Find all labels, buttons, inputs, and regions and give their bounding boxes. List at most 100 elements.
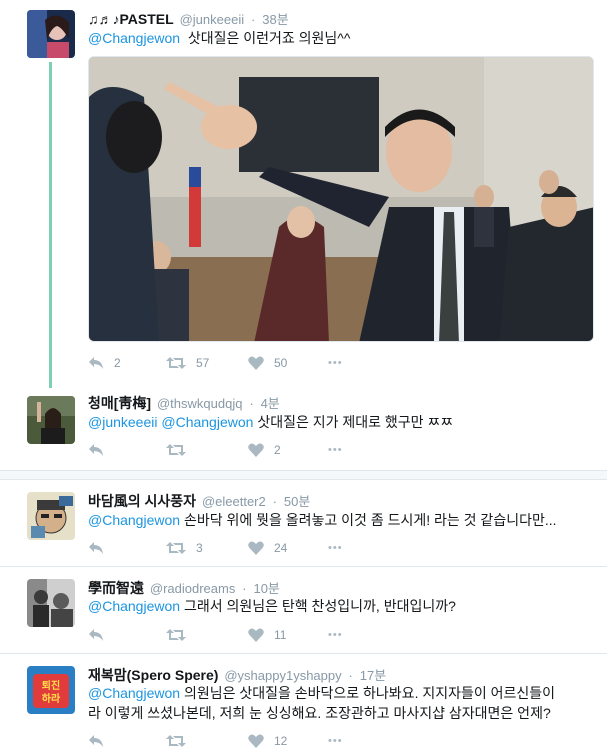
retweet-button[interactable]: 3	[166, 538, 203, 558]
conversation-separator	[0, 470, 607, 480]
reply-button[interactable]	[88, 538, 104, 558]
mention-link[interactable]: @junkeeeii	[88, 414, 157, 430]
mention-link[interactable]: @Changjewon	[161, 414, 253, 430]
reply-button[interactable]	[88, 731, 104, 751]
more-button[interactable]: •••	[328, 625, 343, 645]
retweet-icon	[166, 735, 186, 747]
tweet-actions: 12 •••	[88, 731, 388, 751]
mention-link[interactable]: @Changjewon	[88, 685, 180, 701]
retweet-button[interactable]: 57	[166, 353, 209, 373]
like-count: 11	[274, 628, 287, 642]
timestamp[interactable]: 38분	[262, 12, 288, 27]
tweet-actions: 3 24 •••	[88, 538, 388, 558]
avatar-image	[27, 492, 75, 540]
mention-link[interactable]: @Changjewon	[88, 598, 180, 614]
mention-link[interactable]: @Changjewon	[88, 512, 180, 528]
reply-icon	[89, 735, 103, 747]
reply-button[interactable]: 2	[88, 353, 121, 373]
more-button[interactable]: •••	[328, 353, 343, 373]
time-separator: ·	[272, 494, 277, 509]
mention-link[interactable]: @Changjewon	[88, 30, 180, 46]
tweet-body: 삿대질은 지가 제대로 했구만 ㅉㅉ	[257, 414, 454, 430]
avatar-image	[27, 396, 75, 444]
reply-count: 2	[114, 356, 121, 370]
avatar-image: 퇴진 하라	[27, 666, 75, 714]
like-count: 50	[274, 356, 288, 370]
reply-icon	[89, 444, 103, 456]
retweet-button[interactable]	[166, 440, 186, 460]
tweet-body: 삿대질은 이런거죠 의원님^^	[187, 30, 351, 46]
author-name[interactable]: 청매[靑梅]	[88, 395, 151, 411]
retweet-count: 57	[196, 356, 210, 370]
author-name[interactable]: 재복맘(Spero Spere)	[88, 667, 218, 683]
retweet-button[interactable]	[166, 731, 186, 751]
author-name[interactable]: 學而智遠	[88, 580, 144, 596]
avatar[interactable]: 퇴진 하라	[27, 666, 75, 714]
more-icon: •••	[328, 542, 343, 554]
more-icon: •••	[328, 444, 343, 456]
tweet-3[interactable]: 바담風의 시사풍자 @eleetter2 · 50분 @Changjewon 손…	[0, 480, 607, 566]
tweet-header: 學而智遠 @radiodreams · 10분	[88, 578, 280, 598]
retweet-icon	[166, 444, 186, 456]
author-handle[interactable]: @radiodreams	[150, 581, 235, 596]
tweet-text: @Changjewon 그래서 의원님은 탄핵 찬성입니까, 반대입니까?	[88, 596, 598, 616]
author-handle[interactable]: @junkeeeii	[180, 12, 245, 27]
retweet-icon	[166, 629, 186, 641]
tweet-body: 손바닥 위에 뭣을 올려놓고 이것 좀 드시게! 라는 것 같습니다만...	[183, 512, 557, 528]
heart-icon	[248, 443, 264, 457]
more-button[interactable]: •••	[328, 538, 343, 558]
avatar[interactable]	[27, 10, 75, 58]
time-separator: ·	[251, 12, 256, 27]
like-button[interactable]: 50	[248, 353, 287, 373]
retweet-icon	[166, 542, 186, 554]
avatar[interactable]	[27, 579, 75, 627]
tweet-actions: 11 •••	[88, 625, 388, 645]
author-handle[interactable]: @yshappy1yshappy	[224, 668, 341, 683]
like-button[interactable]: 2	[248, 440, 281, 460]
author-handle[interactable]: @eleetter2	[202, 494, 266, 509]
more-button[interactable]: •••	[328, 731, 343, 751]
timestamp[interactable]: 50분	[284, 494, 310, 509]
tweet-header: 청매[靑梅] @thswkqudqjq · 4분	[88, 393, 280, 413]
like-count: 24	[274, 541, 288, 555]
author-handle[interactable]: @thswkqudqjq	[157, 396, 242, 411]
retweet-count: 3	[196, 541, 203, 555]
author-name[interactable]: 바담風의 시사풍자	[88, 493, 196, 509]
time-separator: ·	[242, 581, 247, 596]
tweet-body-line1: 의원님은 삿대질을 손바닥으로 하나봐요. 지지자들이 어르신들이	[183, 685, 556, 701]
tweet-1[interactable]: ♫♬♪PASTEL @junkeeeii · 38분 @Changjewon 삿…	[0, 0, 607, 390]
reply-button[interactable]	[88, 440, 104, 460]
heart-icon	[248, 628, 264, 642]
more-icon: •••	[328, 735, 343, 747]
tweet-header: ♫♬♪PASTEL @junkeeeii · 38분	[88, 9, 289, 28]
avatar-text-line2: 하라	[42, 692, 61, 705]
tweet-5[interactable]: 퇴진 하라 재복맘(Spero Spere) @yshappy1yshappy …	[0, 654, 607, 753]
tweet-text: @junkeeeii @Changjewon 삿대질은 지가 제대로 했구만 ㅉ…	[88, 412, 598, 432]
heart-icon	[248, 541, 264, 555]
tweet-header: 재복맘(Spero Spere) @yshappy1yshappy · 17분	[88, 665, 386, 685]
like-button[interactable]: 12	[248, 731, 287, 751]
avatar[interactable]	[27, 492, 75, 540]
timestamp[interactable]: 10분	[253, 581, 279, 596]
avatar-image	[27, 10, 75, 58]
like-button[interactable]: 11	[248, 625, 286, 645]
tweet-2[interactable]: 청매[靑梅] @thswkqudqjq · 4분 @junkeeeii @Cha…	[0, 388, 607, 468]
tweet-text: @Changjewon 삿대질은 이런거죠 의원님^^	[88, 28, 598, 48]
heart-icon	[248, 734, 264, 748]
more-button[interactable]: •••	[328, 440, 343, 460]
tweet-header: 바담風의 시사풍자 @eleetter2 · 50분	[88, 491, 310, 511]
reply-button[interactable]	[88, 625, 104, 645]
avatar[interactable]	[27, 396, 75, 444]
tweet-4[interactable]: 學而智遠 @radiodreams · 10분 @Changjewon 그래서 …	[0, 567, 607, 653]
tweet-body-line2: 라 이렇게 쓰셨나본데, 저희 눈 싱싱해요. 조장관하고 마사지샵 삼자대면은…	[88, 705, 551, 721]
timestamp[interactable]: 17분	[360, 668, 386, 683]
retweet-button[interactable]	[166, 625, 186, 645]
tweet-body: 그래서 의원님은 탄핵 찬성입니까, 반대입니까?	[183, 598, 456, 614]
avatar-text-line1: 퇴진	[42, 679, 60, 692]
like-button[interactable]: 24	[248, 538, 287, 558]
photo-meeting-room	[89, 57, 593, 341]
like-count: 2	[274, 443, 281, 457]
timestamp[interactable]: 4분	[261, 396, 280, 411]
tweet-media-photo[interactable]	[88, 56, 594, 342]
author-name[interactable]: ♫♬♪PASTEL	[88, 11, 174, 27]
